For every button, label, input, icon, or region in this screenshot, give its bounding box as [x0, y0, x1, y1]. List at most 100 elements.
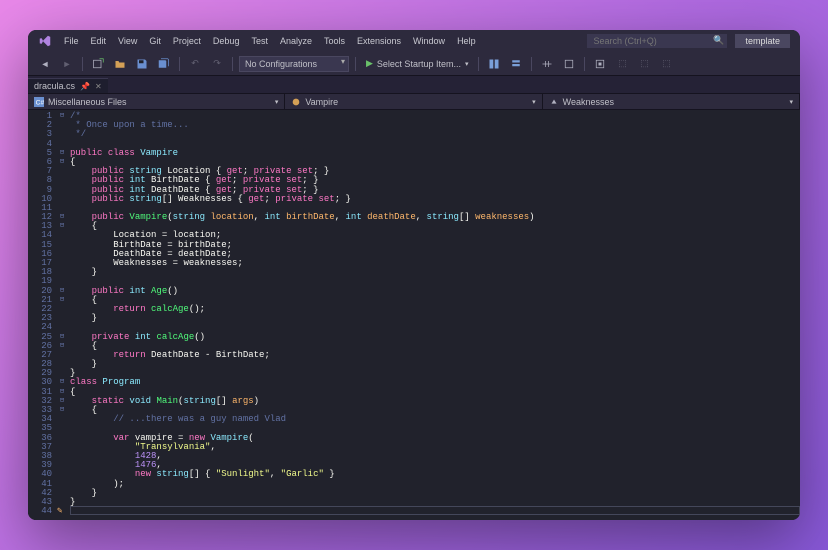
configuration-select[interactable]: No Configurations	[239, 56, 349, 72]
code-line[interactable]: public Vampire(string location, int birt…	[70, 213, 800, 222]
code-line[interactable]: class Program	[70, 378, 800, 387]
fold-toggle[interactable]: ⊟	[56, 158, 68, 167]
code-line[interactable]: "Transylvania",	[70, 443, 800, 452]
code-line[interactable]: 1428,	[70, 452, 800, 461]
menu-item-debug[interactable]: Debug	[213, 36, 240, 46]
play-icon: ▶	[366, 58, 373, 69]
save-button[interactable]	[133, 56, 151, 72]
fold-toggle[interactable]: ⊟	[56, 378, 68, 387]
code-line[interactable]: return calcAge();	[70, 305, 800, 314]
nav-back-button[interactable]: ◄	[36, 56, 54, 72]
code-line[interactable]: // ...there was a guy named Vlad	[70, 415, 800, 424]
tool-icon-5[interactable]	[591, 56, 609, 72]
close-icon[interactable]: ✕	[95, 82, 102, 91]
redo-button[interactable]: ↷	[208, 56, 226, 72]
code-line[interactable]: public int Age()	[70, 287, 800, 296]
tool-icon-2[interactable]	[507, 56, 525, 72]
menu-item-test[interactable]: Test	[251, 36, 268, 46]
tool-icon-1[interactable]	[485, 56, 503, 72]
code-line[interactable]	[70, 277, 800, 286]
class-scope-select[interactable]: Vampire ▾	[285, 94, 542, 109]
file-scope-select[interactable]: C# Miscellaneous Files ▾	[28, 94, 285, 109]
search-container: 🔍	[587, 34, 727, 48]
csharp-file-icon: C#	[34, 97, 44, 107]
code-editor[interactable]: 1234567891011121314151617181920212223242…	[28, 110, 800, 520]
start-debug-button[interactable]: ▶ Select Startup Item... ▾	[362, 58, 472, 69]
code-content[interactable]: /* * Once upon a time... */public class …	[68, 110, 800, 520]
fold-toggle[interactable]: ⊟	[56, 112, 68, 121]
search-icon[interactable]: 🔍	[713, 35, 724, 46]
menu-item-project[interactable]: Project	[173, 36, 201, 46]
fold-spacer	[56, 250, 68, 259]
template-button[interactable]: template	[735, 34, 790, 48]
code-line[interactable]: */	[70, 130, 800, 139]
code-line[interactable]: );	[70, 480, 800, 489]
menu-item-tools[interactable]: Tools	[324, 36, 345, 46]
code-line[interactable]: }	[70, 314, 800, 323]
new-project-button[interactable]	[89, 56, 107, 72]
tool-icon-4[interactable]	[560, 56, 578, 72]
file-tab-dracula[interactable]: dracula.cs 📌 ✕	[28, 78, 108, 93]
code-line[interactable]	[70, 140, 800, 149]
code-line[interactable]: Weaknesses = weaknesses;	[70, 259, 800, 268]
fold-spacer	[56, 434, 68, 443]
tool-icon-7[interactable]: ⬚	[635, 56, 653, 72]
code-line[interactable]: }	[70, 268, 800, 277]
undo-button[interactable]: ↶	[186, 56, 204, 72]
fold-spacer	[56, 470, 68, 479]
nav-forward-button[interactable]: ►	[58, 56, 76, 72]
menu-item-view[interactable]: View	[118, 36, 137, 46]
code-line[interactable]: public string[] Weaknesses { get; privat…	[70, 195, 800, 204]
fold-spacer	[56, 424, 68, 433]
fold-toggle[interactable]: ⊟	[56, 397, 68, 406]
code-line[interactable]: }	[70, 369, 800, 378]
main-menu: File Edit View Git Project Debug Test Analyze To…	[64, 36, 476, 46]
tool-icon-3[interactable]	[538, 56, 556, 72]
fold-toggle[interactable]: ⊟	[56, 287, 68, 296]
menu-item-analyze[interactable]: Analyze	[280, 36, 312, 46]
code-line[interactable]: new string[] { "Sunlight", "Garlic" }	[70, 470, 800, 479]
code-line[interactable]: public class Vampire	[70, 149, 800, 158]
fold-gutter: ⊟⊟⊟⊟⊟⊟⊟⊟⊟⊟⊟⊟⊟	[56, 110, 68, 520]
save-all-button[interactable]	[155, 56, 173, 72]
fold-toggle[interactable]: ⊟	[56, 296, 68, 305]
fold-toggle[interactable]: ⊟	[56, 333, 68, 342]
code-line[interactable]: static void Main(string[] args)	[70, 397, 800, 406]
fold-toggle[interactable]: ⊟	[56, 149, 68, 158]
open-file-button[interactable]	[111, 56, 129, 72]
menu-item-extensions[interactable]: Extensions	[357, 36, 401, 46]
fold-toggle[interactable]: ⊟	[56, 342, 68, 351]
code-line[interactable]: * Once upon a time...	[70, 121, 800, 130]
code-line[interactable]: private int calcAge()	[70, 333, 800, 342]
fold-spacer	[56, 186, 68, 195]
fold-spacer	[56, 360, 68, 369]
menu-item-window[interactable]: Window	[413, 36, 445, 46]
fold-toggle[interactable]: ⊟	[56, 406, 68, 415]
menu-item-help[interactable]: Help	[457, 36, 476, 46]
code-line[interactable]: }	[70, 489, 800, 498]
fold-spacer	[56, 323, 68, 332]
fold-spacer	[56, 369, 68, 378]
menu-item-file[interactable]: File	[64, 36, 79, 46]
code-line[interactable]: ✎	[70, 506, 800, 515]
fold-spacer	[56, 480, 68, 489]
code-line[interactable]: return DeathDate - BirthDate;	[70, 351, 800, 360]
fold-toggle[interactable]: ⊟	[56, 213, 68, 222]
fold-spacer	[56, 140, 68, 149]
pin-icon[interactable]: 📌	[80, 82, 90, 91]
fold-spacer	[56, 167, 68, 176]
fold-toggle[interactable]: ⊟	[56, 222, 68, 231]
code-line[interactable]: }	[70, 360, 800, 369]
fold-spacer	[56, 241, 68, 250]
tool-icon-6[interactable]: ⬚	[613, 56, 631, 72]
member-scope-select[interactable]: Weaknesses ▾	[543, 94, 800, 109]
menu-item-git[interactable]: Git	[149, 36, 161, 46]
menu-item-edit[interactable]: Edit	[91, 36, 107, 46]
fold-spacer	[56, 305, 68, 314]
tool-icon-8[interactable]: ⬚	[657, 56, 675, 72]
chevron-down-icon: ▾	[275, 98, 279, 106]
chevron-down-icon: ▾	[789, 98, 793, 106]
fold-spacer	[56, 121, 68, 130]
search-input[interactable]	[587, 34, 727, 48]
fold-toggle[interactable]: ⊟	[56, 388, 68, 397]
